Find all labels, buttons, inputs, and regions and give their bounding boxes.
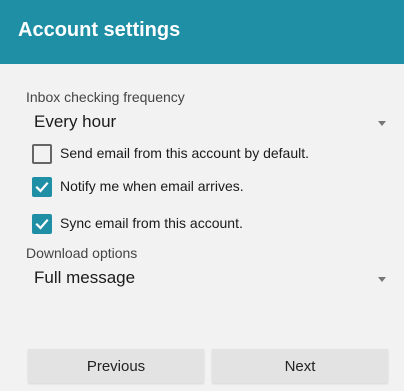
- notify-label: Notify me when email arrives.: [60, 178, 244, 194]
- frequency-label: Inbox checking frequency: [26, 89, 185, 105]
- notify-checkbox-row[interactable]: Notify me when email arrives.: [32, 176, 392, 198]
- frequency-spinner[interactable]: Every hour: [28, 110, 390, 136]
- default-account-label: Send email from this account by default.: [60, 145, 310, 161]
- checkmark-icon: [35, 218, 49, 230]
- dropdown-arrow-icon: [378, 121, 386, 126]
- checkbox-unchecked-icon[interactable]: [32, 144, 52, 164]
- sync-checkbox-row[interactable]: Sync email from this account.: [32, 213, 392, 235]
- checkbox-checked-icon[interactable]: [32, 214, 52, 234]
- previous-button[interactable]: Previous: [28, 349, 204, 383]
- app-bar: Account settings: [0, 0, 404, 64]
- dropdown-arrow-icon: [378, 277, 386, 282]
- download-options-label: Download options: [26, 245, 138, 261]
- sync-label: Sync email from this account.: [60, 215, 243, 231]
- download-options-value: Full message: [34, 268, 136, 287]
- checkmark-icon: [35, 181, 49, 193]
- download-options-spinner[interactable]: Full message: [28, 266, 390, 292]
- checkbox-checked-icon[interactable]: [32, 177, 52, 197]
- next-button[interactable]: Next: [212, 349, 388, 383]
- frequency-value: Every hour: [34, 112, 117, 131]
- page-title: Account settings: [18, 19, 181, 41]
- default-account-checkbox-row[interactable]: Send email from this account by default.: [32, 143, 392, 165]
